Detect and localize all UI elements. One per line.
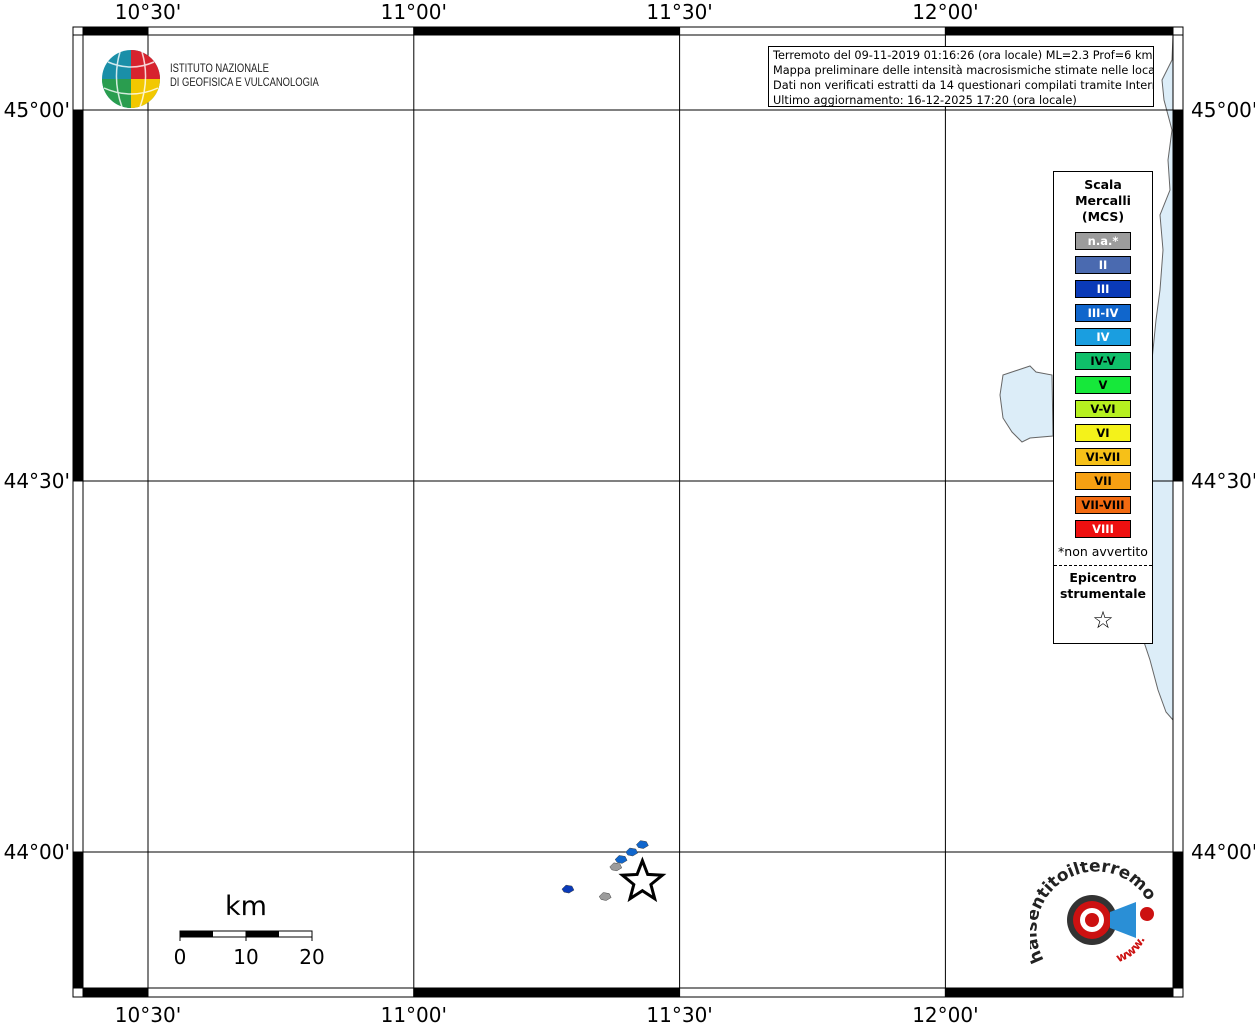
hsit-logo-prefix: www. [1114, 934, 1148, 965]
info-line-updated: Ultimo aggiornamento: 16-12-2025 17:20 (… [773, 94, 1077, 107]
legend-swatch: III-IV [1075, 304, 1131, 322]
frame-segment [1172, 480, 1184, 853]
scale-segment [246, 931, 279, 937]
mcs-legend: Scala Mercalli (MCS) n.a.* II III III-IV IV I… [1053, 171, 1153, 644]
legend-swatch: IV-V [1075, 352, 1131, 370]
frame-segment [1172, 851, 1184, 989]
legend-swatch: V-VI [1075, 400, 1131, 418]
legend-divider [1054, 565, 1152, 566]
legend-swatch: II [1075, 256, 1131, 274]
frame-segment [72, 109, 84, 482]
legend-swatch: VIII [1075, 520, 1131, 538]
ingv-name-line2: DI GEOFISICA E VULCANOLOGIA [170, 77, 319, 89]
longitude-label: 12°00' [912, 1003, 978, 1024]
frame-segment [72, 851, 84, 989]
latitude-label: 44°30' [4, 469, 70, 493]
frame-segment [413, 26, 681, 36]
legend-note: *non avvertito [1058, 544, 1148, 559]
frame-segment [679, 987, 946, 998]
frame-segment [72, 480, 84, 853]
longitude-label: 10°30' [115, 1003, 181, 1024]
longitude-label: 11°30' [646, 0, 712, 24]
latitude-label: 45°00' [4, 98, 70, 122]
earthquake-info-box: Terremoto del 09-11-2019 01:16:26 (ora l… [768, 46, 1154, 107]
frame-segment [147, 26, 415, 36]
scale-unit: km [225, 891, 267, 922]
frame-segment [1172, 34, 1184, 111]
legend-title-line: Scala [1084, 177, 1122, 192]
target-center [1085, 913, 1099, 927]
longitude-label: 11°00' [381, 0, 447, 24]
legend-swatch: V [1075, 376, 1131, 394]
longitude-label: 10°30' [115, 0, 181, 24]
legend-swatch: VI [1075, 424, 1131, 442]
legend-swatch: IV [1075, 328, 1131, 346]
legend-swatch: III [1075, 280, 1131, 298]
frame-segment [1172, 109, 1184, 482]
latitude-label: 44°00' [1191, 840, 1255, 864]
longitude-label: 11°30' [646, 1003, 712, 1024]
legend-title: Scala Mercalli (MCS) [1054, 177, 1152, 225]
frame-segment [944, 987, 1174, 998]
legend-swatch: VII [1075, 472, 1131, 490]
scale-label-10: 10 [233, 945, 258, 969]
frame-segment [147, 987, 415, 998]
globe-icon [102, 50, 160, 108]
longitude-label: 11°00' [381, 1003, 447, 1024]
megaphone-icon [1110, 902, 1136, 938]
legend-swatches: n.a.* II III III-IV IV IV-V V V-VI VI VI-VII VII VI… [1054, 232, 1152, 538]
legend-swatch: VII-VIII [1075, 496, 1131, 514]
hsit-logo: haisentitoilterremoto.it www. [1030, 862, 1160, 966]
legend-title-line: (MCS) [1081, 209, 1125, 224]
question-badge [1140, 907, 1154, 921]
latitude-label: 45°00' [1191, 98, 1255, 122]
ingv-logo: ISTITUTO NAZIONALE DI GEOFISICA E VULCAN… [100, 48, 320, 110]
frame-segment [72, 34, 84, 111]
legend-title-line: Mercalli [1075, 193, 1131, 208]
info-line-source: Dati non verificati estratti da 14 quest… [773, 79, 1154, 92]
latitude-label: 44°00' [4, 840, 70, 864]
scale-segment [180, 931, 213, 937]
ingv-name-line1: ISTITUTO NAZIONALE [170, 63, 269, 75]
map-area [83, 35, 1173, 988]
info-line-event: Terremoto del 09-11-2019 01:16:26 (ora l… [773, 49, 1153, 62]
legend-epicenter-line: strumentale [1059, 586, 1147, 601]
legend-epicenter-line: Epicentro [1069, 570, 1137, 585]
frame-segment [82, 26, 149, 36]
frame-segment [413, 987, 681, 998]
star-icon: ☆ [1092, 606, 1114, 634]
ingv-name: ISTITUTO NAZIONALE DI GEOFISICA E VULCAN… [170, 62, 319, 90]
longitude-label: 12°00' [912, 0, 978, 24]
frame-segment [944, 26, 1174, 36]
scale-label-0: 0 [174, 945, 187, 969]
frame-segment [679, 26, 946, 36]
frame-segment [82, 987, 149, 998]
legend-swatch: VI-VII [1075, 448, 1131, 466]
latitude-label: 44°30' [1191, 469, 1255, 493]
legend-epicenter-label: Epicentro strumentale [1054, 570, 1152, 602]
legend-swatch: n.a.* [1075, 232, 1131, 250]
info-line-description: Mappa preliminare delle intensità macros… [773, 64, 1154, 77]
scale-label-20: 20 [299, 945, 324, 969]
